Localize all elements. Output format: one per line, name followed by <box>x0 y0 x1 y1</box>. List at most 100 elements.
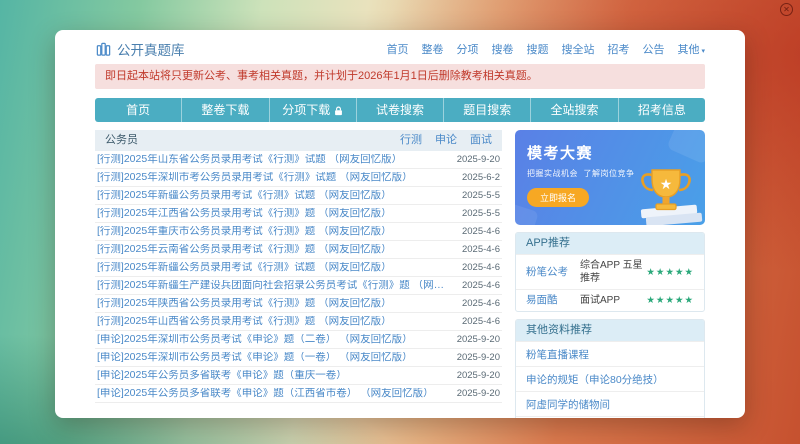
top-nav-search-questions[interactable]: 搜题 <box>526 41 548 57</box>
notice-banner: 即日起本站将只更新公考、事考相关真题，并计划于2026年1月1日后删除教考相关真… <box>95 64 705 89</box>
star-rating-icon: ★★★★★ <box>646 266 694 278</box>
exam-link[interactable]: [行测]2025年深圳市考公务员录用考试《行测》试题 （网友回忆版） <box>97 172 413 183</box>
resource-row: 申论的规矩（申论80分绝技） <box>516 366 704 391</box>
exam-list-row: [行测]2025年新疆生产建设兵团面向社会招录公务员考试《行测》题 （网友回忆版… <box>95 277 502 295</box>
resource-row: 医考题库小程序 <box>516 416 704 418</box>
exam-list-row: [行测]2025年陕西省公务员录用考试《行测》题 （网友回忆版） 2025-4-… <box>95 295 502 313</box>
resource-link[interactable]: 阿虚同学的储物间 <box>526 399 610 411</box>
top-nav-announcements[interactable]: 公告 <box>642 41 664 57</box>
exam-link[interactable]: [行测]2025年江西省公务员录用考试《行测》题 （网友回忆版） <box>97 208 392 219</box>
exam-list-row: [行测]2025年重庆市公务员录用考试《行测》题 （网友回忆版） 2025-4-… <box>95 223 502 241</box>
top-nav-home[interactable]: 首页 <box>386 41 408 57</box>
top-nav-recruit[interactable]: 招考 <box>607 41 629 57</box>
logo-books-icon <box>96 42 111 56</box>
exam-link[interactable]: [申论]2025年公务员多省联考《申论》题（江西省市卷） （网友回忆版） <box>97 388 434 399</box>
signup-button[interactable]: 立即报名 <box>527 188 590 207</box>
main-nav-full-download[interactable]: 整卷下载 <box>182 98 270 122</box>
exam-link[interactable]: [行测]2025年山西省公务员录用考试《行测》题 （网友回忆版） <box>97 316 392 327</box>
exam-link[interactable]: [行测]2025年云南省公务员录用考试《行测》题 （网友回忆版） <box>97 244 392 255</box>
resource-row: 粉笔直播课程 <box>516 341 704 366</box>
exam-list-row: [申论]2025年深圳市公务员考试《申论》题（二卷） （网友回忆版） 2025-… <box>95 331 502 349</box>
resources-panel-title: 其他资料推荐 <box>516 320 704 341</box>
resource-link[interactable]: 粉笔直播课程 <box>526 349 589 361</box>
filter-xingce[interactable]: 行测 <box>400 134 422 147</box>
exam-date: 2025-4-6 <box>461 262 500 273</box>
list-filters: 行测 申论 面试 <box>400 134 492 147</box>
exam-date: 2025-9-20 <box>456 388 500 399</box>
app-description: 综合APP 五星推荐 <box>580 260 643 284</box>
exam-list-row: [申论]2025年深圳市公务员考试《申论》题（一卷） （网友回忆版） 2025-… <box>95 349 502 367</box>
exam-link[interactable]: [行测]2025年山东省公务员录用考试《行测》试题 （网友回忆版） <box>97 154 402 165</box>
exam-link[interactable]: [行测]2025年新疆生产建设兵团面向社会招录公务员考试《行测》题 （网友回忆版… <box>97 280 454 291</box>
top-nav-search-site[interactable]: 搜全站 <box>561 41 594 57</box>
exam-date: 2025-4-6 <box>461 280 500 291</box>
mock-exam-banner: 模考大赛 把握实战机会 了解岗位竞争 立即报名 ★ <box>515 130 705 225</box>
exam-list-row: [行测]2025年深圳市考公务员录用考试《行测》试题 （网友回忆版） 2025-… <box>95 169 502 187</box>
app-row: 粉笔公考 综合APP 五星推荐 ★★★★★ <box>516 254 704 289</box>
exam-date: 2025-4-6 <box>461 316 500 327</box>
star-rating-icon: ★★★★★ <box>646 295 694 306</box>
filter-shenlun[interactable]: 申论 <box>435 134 457 147</box>
exam-link[interactable]: [行测]2025年陕西省公务员录用考试《行测》题 （网友回忆版） <box>97 298 392 309</box>
top-nav-full-papers[interactable]: 整卷 <box>421 41 443 57</box>
exam-link[interactable]: [行测]2025年新疆公务员录用考试《行测》试题 （网友回忆版） <box>97 190 392 201</box>
exam-list-row: [申论]2025年公务员多省联考《申论》题（江西省市卷） （网友回忆版） 202… <box>95 385 502 403</box>
main-nav: 首页 整卷下载 分项下载 试卷搜索 题目搜索 全站搜索 招考信息 <box>95 98 705 122</box>
top-nav-search-papers[interactable]: 搜卷 <box>491 41 513 57</box>
exam-link[interactable]: [申论]2025年公务员多省联考《申论》题（重庆一卷） <box>97 370 347 381</box>
exam-list-panel: 公务员 行测 申论 面试 [行测]2025年山东省公务员录用考试《行测》试题 （… <box>95 130 502 418</box>
app-description: 面试APP <box>580 295 621 306</box>
banner-title: 模考大赛 <box>527 145 594 162</box>
main-card: 公开真题库 首页 整卷 分项 搜卷 搜题 搜全站 招考 公告 其他 ▾ 即日起本站… <box>55 30 745 418</box>
app-panel-title: APP推荐 <box>516 233 704 254</box>
page-background: ✕ 公开真题库 首页 整卷 分项 搜卷 搜题 搜全站 招考 公告 其他 ▾ 即日… <box>0 0 800 444</box>
brand-name: 公开真题库 <box>117 43 185 58</box>
exam-date: 2025-9-20 <box>456 154 500 165</box>
app-recommend-panel: APP推荐 粉笔公考 综合APP 五星推荐 ★★★★★ 易面酷 面试APP ★★… <box>515 232 705 312</box>
exam-rows: [行测]2025年山东省公务员录用考试《行测》试题 （网友回忆版） 2025-9… <box>95 151 502 403</box>
main-nav-paper-search[interactable]: 试卷搜索 <box>357 98 445 122</box>
exam-date: 2025-4-6 <box>461 298 500 309</box>
exam-date: 2025-9-20 <box>456 334 500 345</box>
exam-list-row: [行测]2025年山东省公务员录用考试《行测》试题 （网友回忆版） 2025-9… <box>95 151 502 169</box>
list-header: 公务员 行测 申论 面试 <box>95 130 502 151</box>
sidebar: 模考大赛 把握实战机会 了解岗位竞争 立即报名 ★ APP推荐 粉笔公考 综合A… <box>515 130 705 418</box>
content-area: 公务员 行测 申论 面试 [行测]2025年山东省公务员录用考试《行测》试题 （… <box>95 130 705 418</box>
main-nav-home[interactable]: 首页 <box>95 98 183 122</box>
banner-subtitle: 把握实战机会 了解岗位竞争 <box>527 169 635 178</box>
app-link[interactable]: 易面酷 <box>526 294 580 307</box>
exam-link[interactable]: [申论]2025年深圳市公务员考试《申论》题（二卷） （网友回忆版） <box>97 334 413 345</box>
app-link[interactable]: 粉笔公考 <box>526 266 580 279</box>
exam-list-row: [行测]2025年新疆公务员录用考试《行测》试题 （网友回忆版） 2025-5-… <box>95 187 502 205</box>
main-nav-subset-download[interactable]: 分项下载 <box>270 98 357 122</box>
lock-icon <box>335 106 343 115</box>
exam-date: 2025-6-2 <box>461 172 500 183</box>
exam-date: 2025-5-5 <box>461 190 500 201</box>
exam-list-row: [行测]2025年山西省公务员录用考试《行测》题 （网友回忆版） 2025-4-… <box>95 313 502 331</box>
exam-link[interactable]: [申论]2025年深圳市公务员考试《申论》题（一卷） （网友回忆版） <box>97 352 413 363</box>
top-nav-other-dropdown[interactable]: 其他 ▾ <box>677 41 705 57</box>
section-title: 公务员 <box>105 134 138 146</box>
resources-panel: 其他资料推荐 粉笔直播课程 申论的规矩（申论80分绝技） 阿虚同学的储物间 <box>515 319 705 418</box>
top-nav: 首页 整卷 分项 搜卷 搜题 搜全站 招考 公告 其他 ▾ <box>386 41 705 57</box>
app-row: 易面酷 面试APP ★★★★★ <box>516 289 704 311</box>
filter-mianshi[interactable]: 面试 <box>470 134 492 147</box>
exam-list-row: [申论]2025年公务员多省联考《申论》题（重庆一卷） 2025-9-20 <box>95 367 502 385</box>
exam-list-row: [行测]2025年江西省公务员录用考试《行测》题 （网友回忆版） 2025-5-… <box>95 205 502 223</box>
exam-link[interactable]: [行测]2025年新疆公务员录用考试《行测》试题 （网友回忆版） <box>97 262 392 273</box>
main-nav-question-search[interactable]: 题目搜索 <box>444 98 532 122</box>
exam-date: 2025-9-20 <box>456 370 500 381</box>
exam-list-row: [行测]2025年新疆公务员录用考试《行测》试题 （网友回忆版） 2025-4-… <box>95 259 502 277</box>
top-nav-subsets[interactable]: 分项 <box>456 41 478 57</box>
main-nav-site-search[interactable]: 全站搜索 <box>531 98 619 122</box>
chevron-down-icon: ▾ <box>701 48 705 55</box>
exam-date: 2025-4-6 <box>461 244 500 255</box>
exam-date: 2025-9-20 <box>456 352 500 363</box>
exam-list-row: [行测]2025年云南省公务员录用考试《行测》题 （网友回忆版） 2025-4-… <box>95 241 502 259</box>
main-nav-recruit-info[interactable]: 招考信息 <box>619 98 705 122</box>
brand-logo[interactable]: 公开真题库 <box>95 39 185 59</box>
exam-link[interactable]: [行测]2025年重庆市公务员录用考试《行测》题 （网友回忆版） <box>97 226 392 237</box>
close-icon[interactable]: ✕ <box>780 3 793 16</box>
resource-link[interactable]: 申论的规矩（申论80分绝技） <box>526 374 664 386</box>
notice-text: 即日起本站将只更新公考、事考相关真题，并计划于2026年1月1日后删除教考相关真… <box>105 70 538 82</box>
